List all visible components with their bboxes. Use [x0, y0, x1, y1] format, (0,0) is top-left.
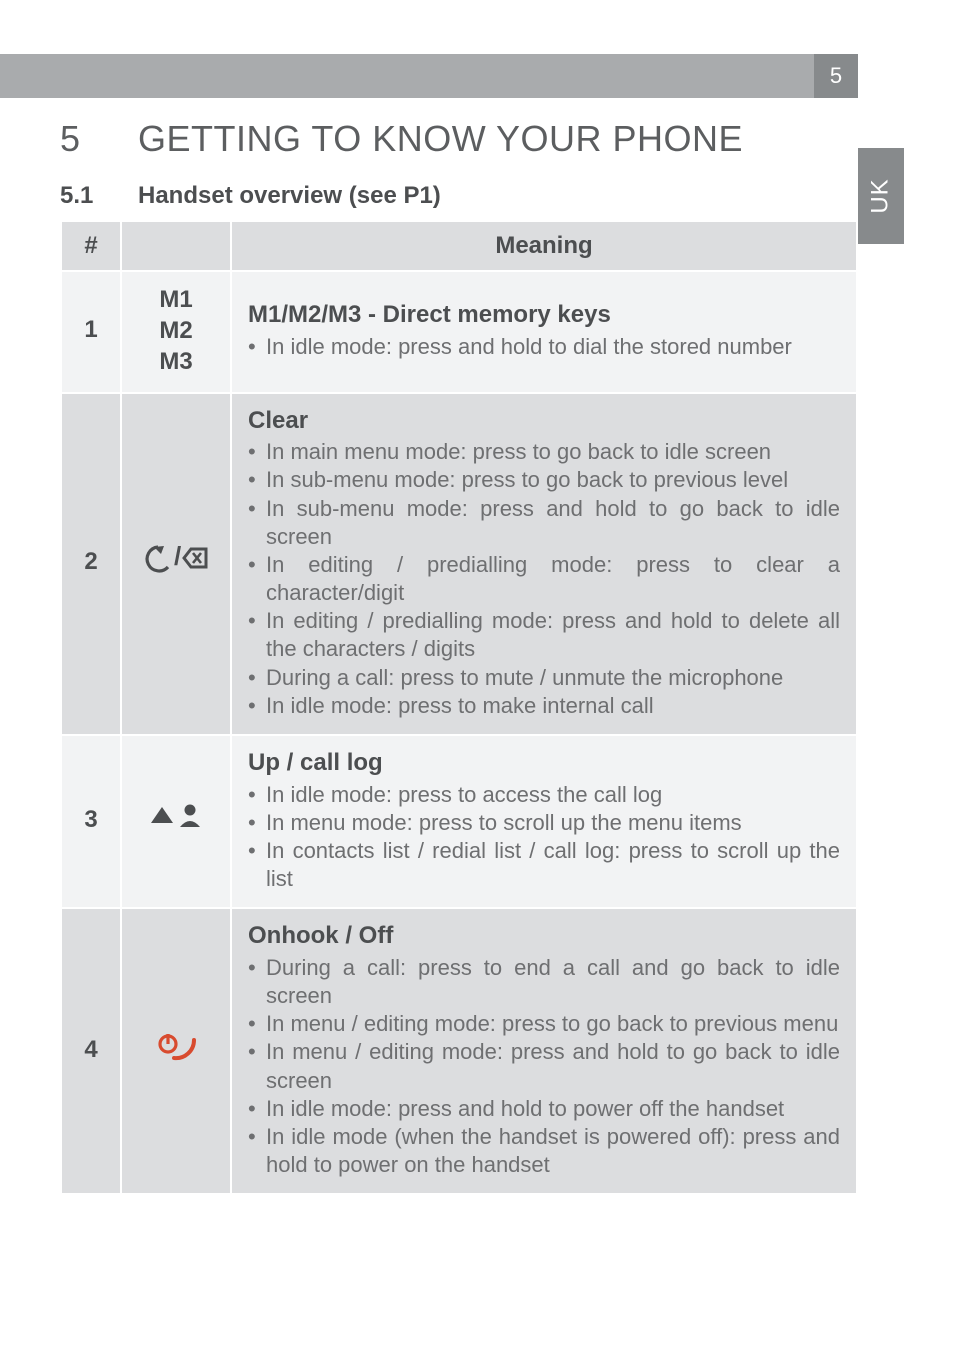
row-title: Up / call log	[248, 748, 840, 779]
table-row: 3 Up / call log In id	[61, 735, 857, 908]
header-meaning: Meaning	[231, 221, 857, 271]
row-number: 4	[61, 908, 121, 1194]
row-title: M1/M2/M3 - Direct memory keys	[248, 300, 840, 331]
section-number: 5	[60, 118, 138, 160]
back-delete-icon: /	[144, 543, 208, 582]
overview-table: # Meaning 1 M1 M2 M3	[60, 220, 858, 1195]
row-number: 2	[61, 393, 121, 735]
bullet: During a call: press to end a call and g…	[248, 954, 840, 1010]
row-meaning-cell: M1/M2/M3 - Direct memory keys In idle mo…	[231, 271, 857, 393]
row-title: Clear	[248, 406, 840, 437]
subsection-title: Handset overview (see P1)	[138, 182, 441, 210]
row-icon-cell	[121, 908, 231, 1194]
row-meaning-cell: Onhook / Off During a call: press to end…	[231, 908, 857, 1194]
table-row: 2 /	[61, 393, 857, 735]
bullet: In menu / editing mode: press and hold t…	[248, 1038, 840, 1094]
page: 5 UK 5 GETTING TO KNOW YOUR PHONE 5.1 Ha…	[0, 0, 954, 1350]
bullet: In idle mode: press to access the call l…	[248, 781, 840, 809]
page-number: 5	[830, 63, 842, 89]
row-meaning-cell: Up / call log In idle mode: press to acc…	[231, 735, 857, 908]
subsection-number: 5.1	[60, 182, 138, 210]
row-title: Onhook / Off	[248, 921, 840, 952]
m1-label: M1	[138, 284, 214, 315]
bullet: In idle mode: press and hold to dial the…	[248, 333, 840, 361]
table-row: 4 Onhook / Off During	[61, 908, 857, 1194]
m2-label: M2	[138, 315, 214, 346]
page-number-box: 5	[814, 54, 858, 98]
bullet-list: During a call: press to end a call and g…	[248, 954, 840, 1179]
bullet: In idle mode (when the handset is powere…	[248, 1123, 840, 1179]
language-tab: UK	[858, 148, 904, 244]
language-label: UK	[867, 178, 895, 213]
content: 5 GETTING TO KNOW YOUR PHONE 5.1 Handset…	[60, 118, 858, 1195]
table-row: 1 M1 M2 M3 M1/M2/M3 - Direct memory keys…	[61, 271, 857, 393]
bullet-list: In idle mode: press to access the call l…	[248, 781, 840, 894]
row-number: 1	[61, 271, 121, 393]
bullet: In sub-menu mode: press and hold to go b…	[248, 495, 840, 551]
subsection-heading: 5.1 Handset overview (see P1)	[60, 182, 858, 210]
bullet-list: In main menu mode: press to go back to i…	[248, 438, 840, 720]
bullet: In contacts list / redial list / call lo…	[248, 837, 840, 893]
row-icon-cell: M1 M2 M3	[121, 271, 231, 393]
header-num: #	[61, 221, 121, 271]
bullet: In menu mode: press to scroll up the men…	[248, 809, 840, 837]
row-meaning-cell: Clear In main menu mode: press to go bac…	[231, 393, 857, 735]
bullet: In idle mode: press and hold to power of…	[248, 1095, 840, 1123]
header-icon	[121, 221, 231, 271]
row-number: 3	[61, 735, 121, 908]
m3-label: M3	[138, 346, 214, 377]
bullet: In editing / predialling mode: press to …	[248, 551, 840, 607]
bullet: In editing / predialling mode: press and…	[248, 607, 840, 663]
bullet-list: In idle mode: press and hold to dial the…	[248, 333, 840, 361]
svg-text:/: /	[174, 543, 181, 571]
up-person-icon	[147, 801, 205, 840]
section-title: GETTING TO KNOW YOUR PHONE	[138, 118, 743, 160]
section-heading: 5 GETTING TO KNOW YOUR PHONE	[60, 118, 858, 160]
memory-keys-icon: M1 M2 M3	[138, 284, 214, 378]
bullet: In menu / editing mode: press to go back…	[248, 1010, 840, 1038]
bullet: In main menu mode: press to go back to i…	[248, 438, 840, 466]
row-icon-cell: /	[121, 393, 231, 735]
bullet: In sub-menu mode: press to go back to pr…	[248, 466, 840, 494]
bullet: During a call: press to mute / unmute th…	[248, 664, 840, 692]
table-header-row: # Meaning	[61, 221, 857, 271]
bullet: In idle mode: press to make internal cal…	[248, 692, 840, 720]
onhook-off-icon	[154, 1026, 198, 1075]
row-icon-cell	[121, 735, 231, 908]
header-band	[0, 54, 858, 98]
